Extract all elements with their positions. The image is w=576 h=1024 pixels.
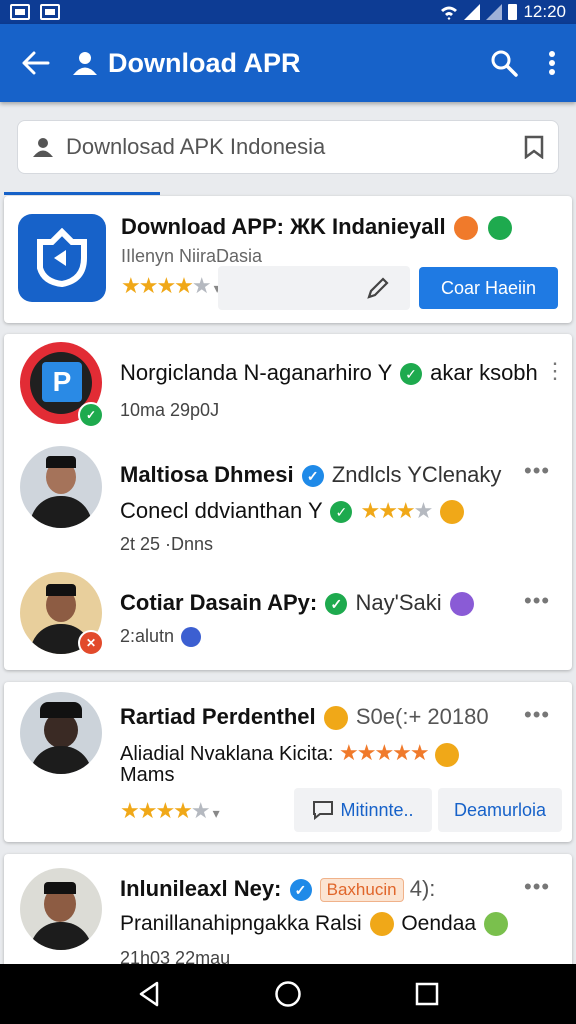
back-button[interactable] [0, 51, 72, 75]
post-line2: Pranillanahipngakka Ralsi [120, 912, 362, 935]
post-line3: Mams [120, 764, 175, 786]
status-badge: Baxhucin [319, 878, 404, 903]
post-author: Rartiad Perdenthel [120, 704, 316, 729]
more-icon[interactable]: ⋮ [544, 358, 567, 384]
more-vert-icon[interactable] [548, 50, 556, 76]
search-input[interactable] [66, 134, 524, 160]
avatar [20, 446, 102, 528]
emoji-icon [449, 592, 474, 617]
message-button-label: Mitinnte.. [340, 799, 414, 820]
home-circle-icon[interactable] [274, 980, 302, 1008]
green-badge-icon [487, 216, 512, 241]
back-triangle-icon[interactable] [137, 981, 161, 1007]
edit-button[interactable] [218, 266, 410, 310]
more-icon[interactable]: ••• [524, 702, 550, 728]
info-icon [181, 627, 202, 648]
contact-name: Cotiar Dasain APy: [120, 590, 318, 615]
avatar [20, 692, 102, 774]
bookmark-icon[interactable] [524, 135, 544, 159]
app-card[interactable]: Download APP: ЖK Indanieyall IIlenyn Nii… [4, 196, 572, 323]
emoji-icon [435, 742, 460, 767]
post-card[interactable]: Inlunileaxl Ney: ✓ Baxhucin 4): ••• Pran… [4, 854, 572, 974]
person-icon [73, 52, 97, 75]
orange-badge-icon [453, 216, 478, 241]
contact-name: Maltiosa Dhmesi [120, 462, 294, 487]
pencil-icon [367, 277, 389, 299]
app-subtitle: IIlenyn NiiraDasia [121, 246, 263, 267]
app-bar: Download APR [0, 24, 576, 102]
rating-stars: ★★★★ [360, 498, 433, 523]
wifi-icon [441, 6, 458, 20]
rating-stars: ★★★★★ [339, 740, 430, 765]
contact-meta: 10ma 29p0J [120, 400, 220, 420]
page-title: Download APR [72, 48, 301, 79]
contact-name: Norgiclanda N-aganarhiro Y [120, 360, 392, 385]
post-line2: Aliadial Nvaklana Kicita: [120, 743, 334, 765]
message-icon [313, 801, 334, 820]
rating-stars: ★★★★★ ▾ [120, 798, 220, 823]
emoji-icon [323, 706, 348, 731]
emoji-icon [369, 912, 394, 937]
contact-line2: Conecl ddvianthan Y [120, 498, 323, 523]
arrow-left-icon [22, 51, 50, 75]
contact-name-tail: Nay'Saki [355, 590, 442, 615]
more-icon[interactable]: ••• [524, 458, 550, 484]
download-button[interactable]: Deamurloia [438, 788, 562, 832]
notification-icon [40, 4, 60, 20]
verified-badge-icon: ✓ [78, 402, 104, 428]
post-author: Inlunileaxl Ney: [120, 876, 282, 901]
check-icon: ✓ [330, 501, 353, 524]
post-card[interactable]: Rartiad Perdenthel S0e(:+ 20180 ••• Alia… [4, 682, 572, 842]
contacts-card: P ✓ Norgiclanda N-aganarhiro Y ✓ akar ks… [4, 334, 572, 670]
more-icon[interactable]: ••• [524, 874, 550, 900]
contact-name-tail: Zndlcls YClenaky [331, 462, 502, 487]
primary-action-button[interactable]: Coar Haeiin [419, 267, 558, 309]
recents-square-icon[interactable] [415, 982, 439, 1006]
verified-icon: ✓ [289, 879, 312, 902]
contact-meta: 2t 25 ·Dnns [120, 534, 214, 554]
system-nav-bar [0, 964, 576, 1024]
message-button[interactable]: Mitinnte.. [294, 788, 432, 832]
post-meta: S0e(:+ 20180 [355, 704, 489, 729]
app-logo-icon [18, 214, 106, 302]
status-time: 12:20 [523, 2, 566, 21]
check-icon: ✓ [325, 593, 348, 616]
search-icon[interactable] [490, 49, 518, 77]
page-title-text: Download APR [108, 47, 301, 78]
check-icon: ✓ [400, 363, 423, 386]
emoji-icon [483, 912, 508, 937]
pin-badge-icon: ✕ [78, 630, 104, 656]
notification-icon [10, 4, 30, 20]
signal-icon [464, 4, 481, 20]
contact-meta: 2:alutn [120, 626, 175, 646]
post-line2-tail: Oendaa [401, 912, 477, 935]
status-bar: 12:20 [0, 0, 576, 24]
battery-icon [508, 4, 518, 20]
search-bar [17, 120, 559, 174]
verified-icon: ✓ [301, 465, 324, 488]
emoji-icon [439, 500, 464, 525]
app-title: Download APP: ЖK Indanieyall [121, 214, 446, 239]
signal-icon [486, 4, 503, 20]
chevron-down-icon: ▾ [212, 805, 220, 821]
person-icon [33, 138, 53, 157]
post-meta: 4): [409, 876, 436, 901]
contact-name-tail: akar ksobh [430, 360, 538, 385]
tab-indicator [4, 192, 160, 195]
more-icon[interactable]: ••• [524, 588, 550, 614]
avatar [20, 868, 102, 950]
